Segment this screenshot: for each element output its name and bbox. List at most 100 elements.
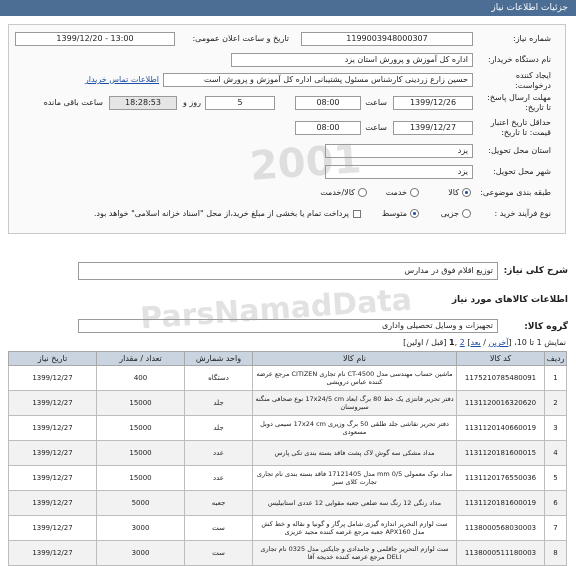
deadline-time-field[interactable]: 08:00 [295,96,361,110]
subject-radio-goods[interactable] [462,188,471,197]
treasury-payment-note: پرداخت تمام یا بخشی از مبلغ خرید،از محل … [93,209,349,218]
cell-goods-code: 1175210785480091 [456,365,545,391]
city-label: شهر محل تحویل: [493,167,551,176]
cell-quantity: 15000 [96,465,185,491]
buyer-contact-link[interactable]: اطلاعات تماس خریدار [85,75,159,84]
cell-goods-code: 1138000511180003 [456,540,545,566]
purchase-option-medium: متوسط [381,209,407,218]
city-field[interactable]: یزد [325,165,473,179]
announce-date-label: تاریخ و ساعت اعلان عمومی: [192,34,289,43]
cell-need-date: 1399/12/27 [8,440,97,466]
cell-quantity: 3000 [96,540,185,566]
cell-need-date: 1399/12/27 [8,540,97,566]
cell-row-number: 3 [544,415,567,441]
days-label: روز و [183,98,201,107]
cell-unit: ست [184,540,253,566]
subject-radio-service[interactable] [410,188,419,197]
cell-need-date: 1399/12/27 [8,515,97,541]
pager-last-link[interactable]: آخرین [489,338,509,347]
cell-quantity: 15000 [96,415,185,441]
validity-time-label: ساعت [365,123,387,132]
deadline-date-field[interactable]: 1399/12/26 [393,96,473,110]
cell-row-number: 5 [544,465,567,491]
goods-group-label: گروه کالا: [524,322,568,332]
cell-quantity: 15000 [96,390,185,416]
pager-prefix: نمایش 1 تا 10، [ [508,338,566,347]
page-header: جزئیات اطلاعات نیاز [0,0,576,16]
cell-goods-name: مداد مشکی سه گوش لاک پشت فاقد بسته بندی … [252,440,457,466]
pager-separator: / [480,338,489,347]
announce-date-field[interactable]: 1399/12/20 - 13:00 [15,32,175,46]
cell-unit: جلد [184,415,253,441]
province-label: استان محل تحویل: [488,146,551,155]
cell-goods-name: ست لوازم التحریر جاقلمی و جامدادی و جایک… [252,540,457,566]
need-number-label: شماره نیاز: [513,34,551,43]
cell-quantity: 3000 [96,515,185,541]
col-header-name: نام کالا [252,351,457,366]
pager-rest: [قبل / اولین] [403,338,450,347]
table-row: 5 1131120176550036 مداد نوک معمولی 0/5 mm … [8,465,567,491]
col-header-row: ردیف [544,351,567,366]
creator-field[interactable]: حسین زارع زردینی کارشناس مسئول پشتیبانی … [163,73,473,87]
cell-goods-code: 1131120181600019 [456,490,545,516]
buyer-label: نام دستگاه خریدار: [488,55,551,64]
creator-label-1: ایجاد کننده [515,71,551,80]
purchase-radio-medium[interactable] [410,209,419,218]
cell-goods-name: مداد نوک معمولی 0/5 mm مدل 17121405 فاقد… [252,465,457,491]
province-field[interactable]: یزد [325,144,473,158]
purchase-type-label: نوع فرآیند خرید : [494,209,551,218]
cell-row-number: 4 [544,440,567,466]
deadline-label-1: مهلت ارسال پاسخ: [487,93,551,102]
col-header-date: تاریخ نیاز [8,351,97,366]
cell-goods-code: 1131120176550036 [456,465,545,491]
cell-goods-code: 1138000568030003 [456,515,545,541]
cell-need-date: 1399/12/27 [8,365,97,391]
cell-goods-name: مداد رنگی 12 رنگ سه ضلعی جعبه مقوایی 12 … [252,490,457,516]
cell-row-number: 2 [544,390,567,416]
days-remaining-field[interactable]: 5 [205,96,275,110]
cell-unit: جلد [184,390,253,416]
cell-goods-code: 1131120016320620 [456,390,545,416]
cell-row-number: 6 [544,490,567,516]
purchase-option-minor: جزیی [440,209,459,218]
summary-field: توزیع اقلام فوق در مدارس [78,262,498,280]
purchase-radio-minor[interactable] [462,209,471,218]
cell-unit: جعبه [184,490,253,516]
table-row: 6 1131120181600019 مداد رنگی 12 رنگ سه ضلع… [8,490,567,516]
pager-next-link[interactable]: بعد [470,338,480,347]
cell-need-date: 1399/12/27 [8,415,97,441]
cell-goods-name: ماشین حساب مهندسی مدل CT-4500 نام تجاری … [252,365,457,391]
table-row: 7 1138000568030003 ست لوازم التحریر اندازه… [8,515,567,541]
cell-goods-code: 1131120140660019 [456,415,545,441]
page-title: جزئیات اطلاعات نیاز [491,3,568,13]
cell-unit: عدد [184,440,253,466]
subject-radio-goods-service[interactable] [358,188,367,197]
buyer-field[interactable]: اداره کل آموزش و پرورش استان یزد [231,53,473,67]
deadline-time-label: ساعت [365,98,387,107]
subject-option-service: خدمت [385,188,407,197]
pagination: نمایش 1 تا 10، [آخرین / بعد] 2 ,1 [قبل /… [403,338,566,347]
table-row: 4 1131120181600015 مداد مشکی سه گوش لاک پش… [8,440,567,466]
cell-row-number: 7 [544,515,567,541]
goods-table-header: ردیف کد کالا نام کالا واحد شمارش تعداد /… [8,351,567,366]
need-number-field[interactable]: 1199003948000307 [301,32,473,46]
cell-row-number: 8 [544,540,567,566]
cell-quantity: 400 [96,365,185,391]
validity-date-field[interactable]: 1399/12/27 [393,121,473,135]
subject-option-goods-service: کالا/خدمت [320,188,355,197]
remaining-time-field: 18:28:53 [109,96,177,110]
validity-time-field[interactable]: 08:00 [295,121,361,135]
goods-section-title: اطلاعات کالاهای مورد نیاز [451,295,568,305]
cell-row-number: 1 [544,365,567,391]
validity-label-2: قیمت: تا تاریخ: [501,128,551,137]
cell-unit: ست [184,515,253,541]
cell-goods-code: 1131120181600015 [456,440,545,466]
cell-unit: دستگاه [184,365,253,391]
col-header-code: کد کالا [456,351,545,366]
subject-option-goods: کالا [448,188,459,197]
cell-need-date: 1399/12/27 [8,390,97,416]
treasury-payment-checkbox[interactable] [353,210,361,218]
cell-goods-name: ست لوازم التحریر اندازه گیری شامل پرگار … [252,515,457,541]
table-row: 8 1138000511180003 ست لوازم التحریر جاقلمی… [8,540,567,566]
cell-need-date: 1399/12/27 [8,465,97,491]
